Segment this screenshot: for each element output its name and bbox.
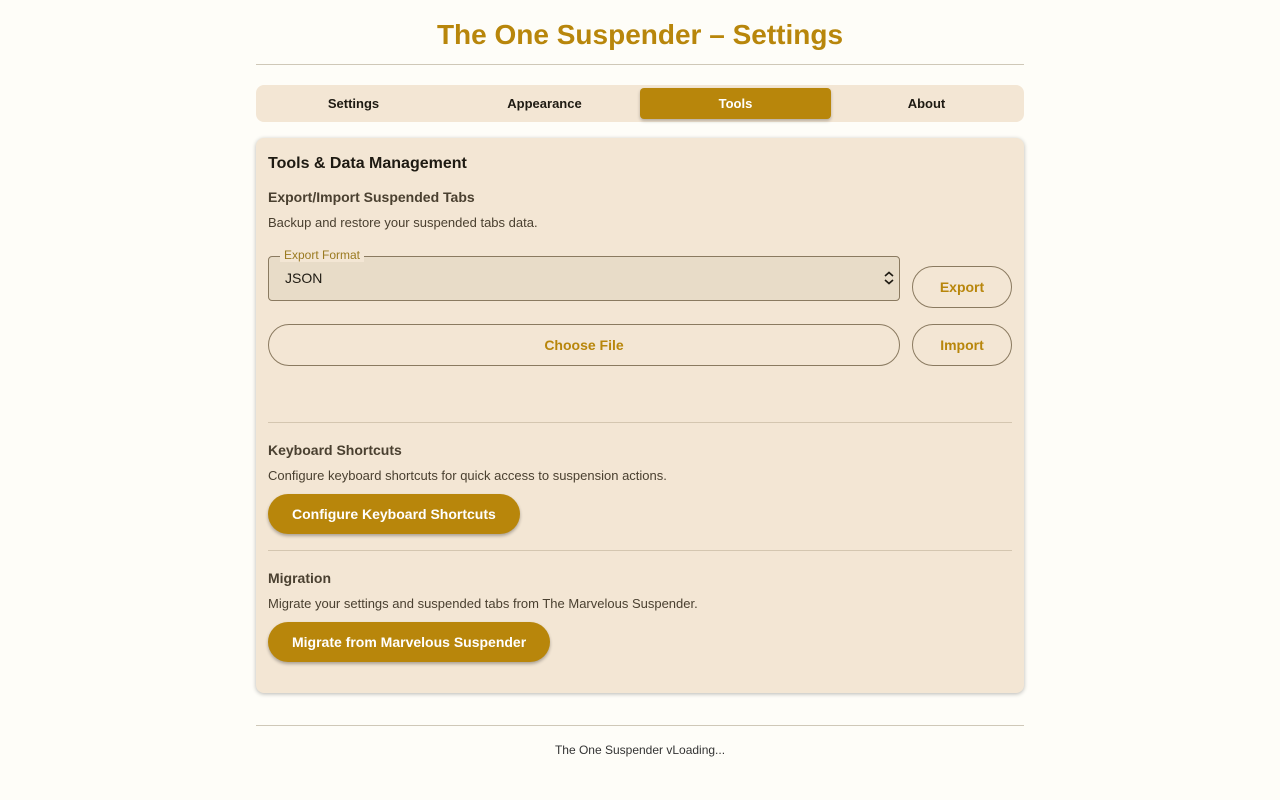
tab-tools[interactable]: Tools [640, 88, 831, 119]
section-divider [268, 422, 1012, 423]
export-import-description: Backup and restore your suspended tabs d… [268, 215, 538, 230]
tab-appearance[interactable]: Appearance [449, 88, 640, 119]
export-button[interactable]: Export [912, 266, 1012, 308]
choose-file-button[interactable]: Choose File [268, 324, 900, 366]
migrate-button[interactable]: Migrate from Marvelous Suspender [268, 622, 551, 662]
export-format-label: Export Format [280, 247, 365, 262]
export-import-title: Export/Import Suspended Tabs [268, 189, 475, 205]
settings-page: The One Suspender – Settings Settings Ap… [256, 0, 1024, 757]
export-format-value: JSON [285, 269, 323, 286]
shortcuts-title: Keyboard Shortcuts [268, 442, 402, 458]
page-title: The One Suspender – Settings [436, 19, 844, 50]
tools-card: Tools & Data Management Export/Import Su… [256, 138, 1024, 693]
card-title: Tools & Data Management [268, 155, 467, 172]
export-format-field: JSON Export Format [268, 247, 900, 301]
import-button[interactable]: Import [912, 324, 1012, 366]
configure-shortcuts-button[interactable]: Configure Keyboard Shortcuts [268, 494, 520, 534]
migration-description: Migrate your settings and suspended tabs… [268, 596, 698, 611]
export-row: JSON Export Format Export [268, 247, 1012, 308]
chevron-updown-icon [884, 270, 894, 285]
footer-divider [256, 725, 1024, 726]
migration-title: Migration [268, 570, 331, 586]
section-divider [268, 550, 1012, 551]
tab-bar: Settings Appearance Tools About [256, 85, 1024, 122]
footer-version-text: The One Suspender vLoading... [554, 743, 726, 757]
import-row: Choose File Import [268, 324, 1012, 366]
shortcuts-description: Configure keyboard shortcuts for quick a… [268, 468, 667, 483]
export-format-select[interactable]: JSON [268, 255, 900, 301]
title-divider [256, 64, 1024, 65]
tab-settings[interactable]: Settings [258, 88, 449, 119]
tab-about[interactable]: About [831, 88, 1022, 119]
